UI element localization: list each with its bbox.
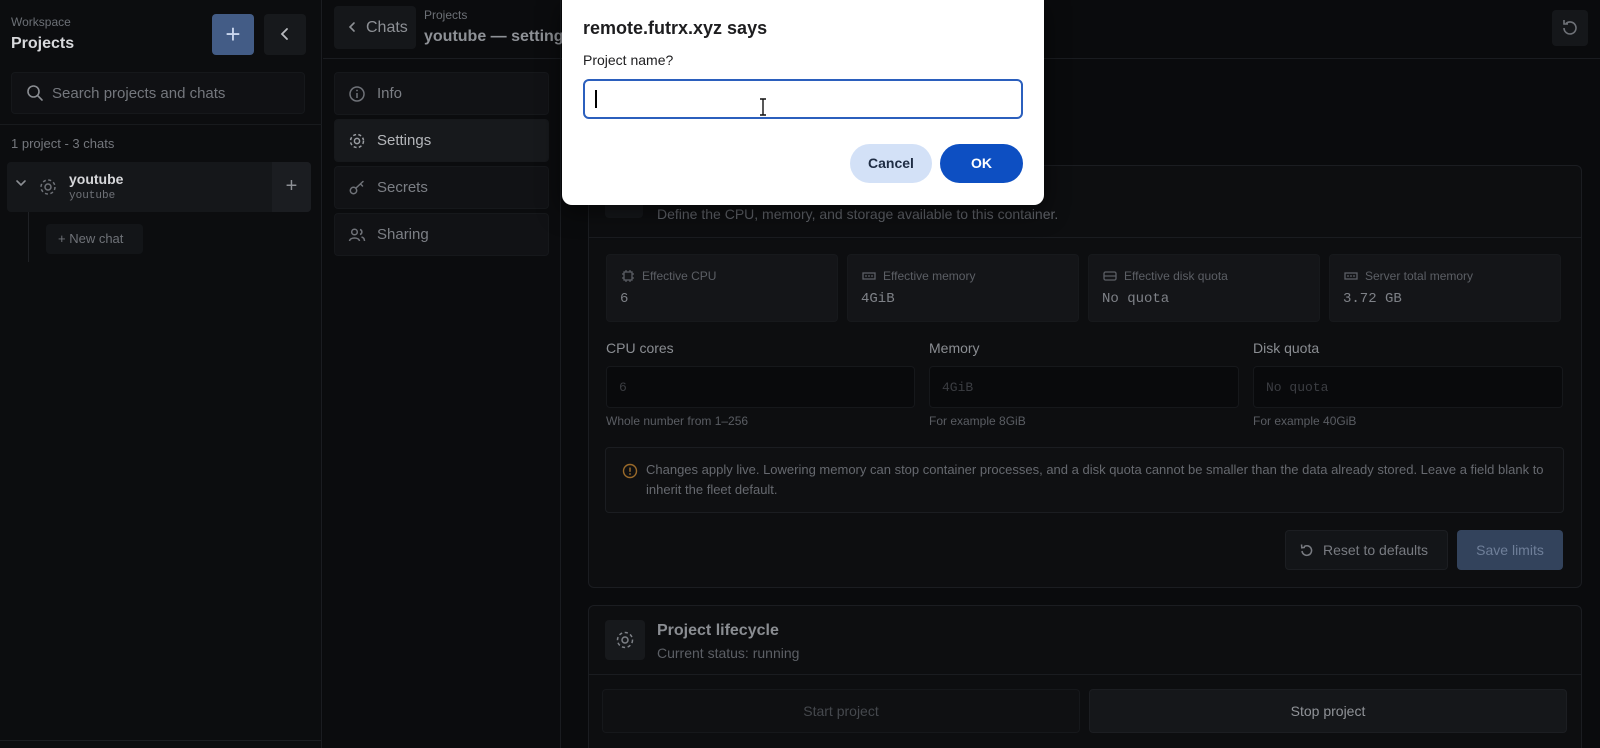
back-label: Chats — [366, 19, 408, 36]
breadcrumb-kicker: Projects — [424, 8, 468, 22]
lifecycle-gear-icon — [605, 620, 645, 660]
tab-settings-label: Settings — [377, 132, 432, 149]
search-input[interactable]: Search projects and chats — [11, 72, 305, 114]
project-row[interactable]: youtube youtube + — [7, 162, 311, 212]
stat-label: Effective memory — [883, 269, 976, 283]
sidebar-title: Projects — [11, 35, 75, 52]
back-to-chats-button[interactable]: Chats — [334, 6, 416, 49]
sidebar-header: Workspace Projects — [11, 15, 74, 53]
refresh-icon — [1563, 20, 1577, 35]
new-project-button[interactable]: + — [212, 14, 254, 55]
prompt-dialog: remote.futrx.xyz says Project name? Canc… — [562, 0, 1044, 205]
tab-info-label: Info — [377, 85, 403, 102]
cancel-button[interactable]: Cancel — [850, 144, 932, 183]
live-changes-notice: Changes apply live. Lowering memory can … — [605, 447, 1564, 513]
tab-settings[interactable]: Settings — [334, 119, 549, 162]
stat-value: 3.72 GB — [1343, 291, 1402, 307]
memory-label: Memory — [929, 340, 980, 356]
new-chat-button[interactable]: + New chat — [46, 224, 143, 254]
stat-label: Server total memory — [1365, 269, 1474, 283]
disk-quota-hint: For example 40GiB — [1253, 414, 1357, 428]
sidebar-kicker: Workspace — [11, 15, 71, 29]
chevron-left-icon — [348, 22, 355, 32]
reset-label: Reset to defaults — [1323, 542, 1429, 558]
card-divider — [589, 237, 1581, 238]
lifecycle-title: Project lifecycle — [657, 622, 779, 639]
sidebar-bottom-divider — [0, 740, 322, 741]
text-caret — [595, 90, 597, 108]
stat-value: No quota — [1102, 291, 1170, 307]
search-icon — [27, 85, 43, 101]
cpu-cores-label: CPU cores — [606, 340, 674, 356]
reset-icon — [1300, 544, 1313, 557]
memory-input[interactable]: 4GiB — [929, 366, 1239, 408]
disk-quota-input[interactable]: No quota — [1253, 366, 1563, 408]
cpu-cores-hint: Whole number from 1–256 — [606, 414, 749, 428]
add-chat-button[interactable]: + — [272, 162, 311, 212]
tab-sharing-label: Sharing — [377, 226, 429, 243]
save-limits-button[interactable]: Save limits — [1457, 530, 1563, 570]
tab-secrets-label: Secrets — [377, 179, 428, 196]
ok-button[interactable]: OK — [940, 144, 1023, 183]
info-icon — [349, 86, 365, 102]
gear-icon — [40, 179, 56, 195]
memory-icon — [1344, 272, 1358, 280]
project-count: 1 project - 3 chats — [11, 136, 115, 151]
stat-label: Effective CPU — [642, 269, 717, 283]
limits-subtitle: Define the CPU, memory, and storage avai… — [657, 206, 1059, 222]
notice-text: Changes apply live. Lowering memory can … — [646, 462, 1544, 497]
stat-effective-memory: Effective memory 4GiB — [847, 254, 1079, 322]
tab-info[interactable]: Info — [334, 72, 549, 115]
project-name-input[interactable] — [583, 79, 1023, 119]
project-slug: youtube — [69, 190, 116, 202]
stat-value: 4GiB — [861, 291, 895, 307]
chevron-down-icon[interactable] — [15, 177, 27, 192]
disk-quota-label: Disk quota — [1253, 340, 1320, 356]
stat-effective-cpu: Effective CPU 6 — [606, 254, 838, 322]
memory-hint: For example 8GiB — [929, 414, 1026, 428]
refresh-button[interactable] — [1552, 10, 1588, 46]
gear-icon — [349, 133, 365, 149]
stop-project-button[interactable]: Stop project — [1089, 689, 1567, 733]
page-title: youtube — settings — [424, 28, 573, 45]
disk-icon — [1103, 271, 1117, 281]
memory-icon — [862, 272, 876, 280]
sidebar-divider — [0, 124, 322, 125]
project-name: youtube — [69, 171, 124, 187]
cpu-cores-input[interactable]: 6 — [606, 366, 915, 408]
stat-server-total-memory: Server total memory 3.72 GB — [1329, 254, 1561, 322]
ibeam-cursor-icon — [760, 98, 766, 116]
tab-sharing[interactable]: Sharing — [334, 213, 549, 256]
collapse-sidebar-button[interactable] — [264, 14, 306, 55]
search-placeholder: Search projects and chats — [52, 85, 226, 102]
chevron-left-icon — [280, 28, 288, 40]
dialog-title: remote.futrx.xyz says — [583, 18, 768, 38]
lifecycle-divider — [589, 674, 1581, 675]
stat-label: Effective disk quota — [1124, 269, 1228, 283]
warning-icon — [622, 463, 638, 479]
key-icon — [349, 180, 364, 195]
start-project-button[interactable]: Start project — [602, 689, 1080, 733]
lifecycle-status: Current status: running — [657, 645, 800, 661]
tree-line — [28, 212, 29, 262]
tab-secrets[interactable]: Secrets — [334, 166, 549, 209]
dialog-prompt: Project name? — [583, 52, 674, 68]
projects-sidebar: Workspace Projects + Search projects and… — [0, 0, 322, 748]
app-root: Workspace Projects + Search projects and… — [0, 0, 1600, 748]
stat-effective-disk-quota: Effective disk quota No quota — [1088, 254, 1320, 322]
reset-to-defaults-button[interactable]: Reset to defaults — [1285, 530, 1448, 570]
cpu-icon — [622, 270, 634, 282]
stat-value: 6 — [620, 291, 629, 307]
users-icon — [348, 228, 366, 242]
